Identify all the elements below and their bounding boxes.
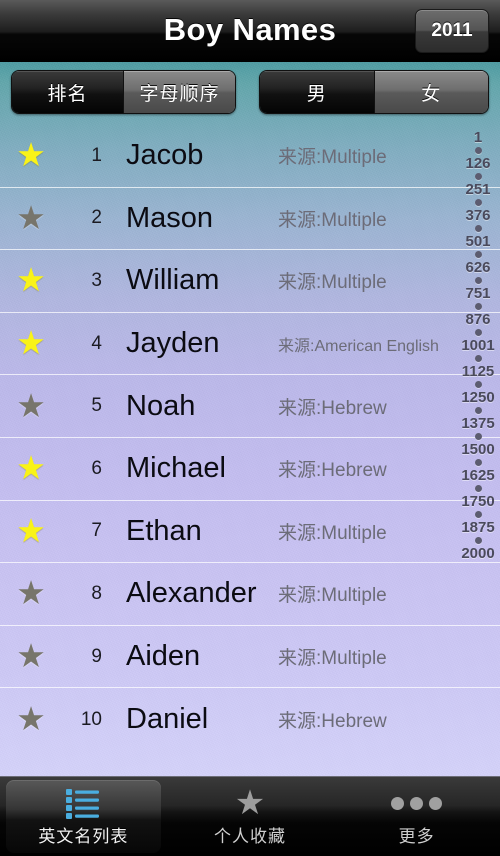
index-label[interactable]: 251 <box>465 182 490 197</box>
index-label[interactable]: 376 <box>465 208 490 223</box>
more-dots-icon <box>391 786 443 820</box>
index-dot-icon <box>474 433 482 440</box>
row-name: Alexander <box>126 577 257 610</box>
row-rank: 5 <box>91 395 102 417</box>
index-label[interactable]: 626 <box>465 260 490 275</box>
index-label[interactable]: 1875 <box>461 520 494 535</box>
tab-label: 英文名列表 <box>38 827 129 846</box>
index-dot-icon <box>474 251 482 258</box>
favorite-star-icon[interactable]: ★ <box>0 576 62 609</box>
row-name: William <box>126 264 220 297</box>
row-rank: 2 <box>91 207 102 229</box>
index-dot-icon <box>474 199 482 206</box>
index-label[interactable]: 1500 <box>461 442 494 457</box>
title-bar: Boy Names 2011 <box>0 0 500 62</box>
index-dot-icon <box>474 225 482 232</box>
tab-label: 个人收藏 <box>214 827 286 846</box>
row-name: Mason <box>126 201 214 234</box>
table-row[interactable]: ★ 2 Mason 来源:Multiple <box>0 188 500 251</box>
table-row[interactable]: ★ 6 Michael 来源:Hebrew <box>0 438 500 501</box>
tab-bar: 英文名列表 ★ 个人收藏 更多 <box>0 776 500 856</box>
star-icon: ★ <box>235 786 265 820</box>
index-label[interactable]: 1750 <box>461 494 494 509</box>
list-icon <box>66 786 100 820</box>
row-name: Ethan <box>126 514 202 547</box>
gender-segment-female[interactable]: 女 <box>373 71 488 113</box>
table-row[interactable]: ★ 8 Alexander 来源:Multiple <box>0 563 500 626</box>
filter-controls: 排名 字母顺序 男 女 <box>0 70 500 122</box>
index-label[interactable]: 2000 <box>461 546 494 561</box>
index-dot-icon <box>474 329 482 336</box>
table-row[interactable]: ★ 9 Aiden 来源:Multiple <box>0 626 500 689</box>
sort-segment-rank[interactable]: 排名 <box>12 71 123 113</box>
index-label[interactable]: 1250 <box>461 390 494 405</box>
row-rank: 9 <box>91 645 102 667</box>
favorite-star-icon-filled[interactable]: ★ <box>0 514 62 547</box>
index-label[interactable]: 1375 <box>461 416 494 431</box>
row-name: Jacob <box>126 139 204 172</box>
index-dot-icon <box>474 147 482 154</box>
table-row[interactable]: ★ 1 Jacob 来源:Multiple <box>0 125 500 188</box>
row-rank: 6 <box>91 457 102 479</box>
app-root: Boy Names 2011 排名 字母顺序 男 女 ★ 1 Jacob 来源:Mul… <box>0 0 500 856</box>
row-rank: 4 <box>91 332 102 354</box>
row-name: Michael <box>126 452 226 485</box>
index-dot-icon <box>474 303 482 310</box>
name-list: ★ 1 Jacob 来源:Multiple ★ 2 Mason 来源:Multiple ★ 3 Wi… <box>0 125 500 776</box>
row-rank: 3 <box>91 269 102 291</box>
tab-more[interactable]: 更多 <box>333 777 500 856</box>
sort-segmented-control[interactable]: 排名 字母顺序 <box>11 70 236 114</box>
row-rank: 10 <box>80 708 102 730</box>
favorite-star-icon[interactable]: ★ <box>0 639 62 672</box>
index-label[interactable]: 1001 <box>461 338 494 353</box>
table-row[interactable]: ★ 4 Jayden 来源:American English <box>0 313 500 376</box>
favorite-star-icon-filled[interactable]: ★ <box>0 263 62 296</box>
favorite-star-icon-filled[interactable]: ★ <box>0 138 62 171</box>
tab-favorites[interactable]: ★ 个人收藏 <box>167 777 334 856</box>
index-dot-icon <box>474 381 482 388</box>
index-label[interactable]: 1 <box>474 130 482 145</box>
index-label[interactable]: 751 <box>465 286 490 301</box>
table-row[interactable]: ★ 7 Ethan 来源:Multiple <box>0 501 500 564</box>
index-label[interactable]: 1125 <box>462 364 495 379</box>
index-dot-icon <box>474 173 482 180</box>
index-dot-icon <box>474 485 482 492</box>
row-rank: 1 <box>91 144 102 166</box>
index-dot-icon <box>474 407 482 414</box>
index-label[interactable]: 876 <box>465 312 490 327</box>
row-name: Daniel <box>126 703 209 736</box>
favorite-star-icon[interactable]: ★ <box>0 389 62 422</box>
table-row[interactable]: ★ 3 William 来源:Multiple <box>0 250 500 313</box>
index-dot-icon <box>474 459 482 466</box>
gender-segmented-control[interactable]: 男 女 <box>259 70 489 114</box>
index-scrubber-bar[interactable]: 1 126 251 376 501 626 751 876 1001 1125 1250 1375 15… <box>456 125 500 776</box>
index-dot-icon <box>474 277 482 284</box>
favorite-star-icon-filled[interactable]: ★ <box>0 326 62 359</box>
row-rank: 8 <box>91 582 102 604</box>
table-row[interactable]: ★ 5 Noah 来源:Hebrew <box>0 375 500 438</box>
favorite-star-icon[interactable]: ★ <box>0 702 62 735</box>
tab-label: 更多 <box>398 827 435 846</box>
tab-name-list[interactable]: 英文名列表 <box>0 777 167 856</box>
index-dot-icon <box>474 511 482 518</box>
index-label[interactable]: 501 <box>465 234 490 249</box>
index-dot-icon <box>474 355 482 362</box>
index-label[interactable]: 1625 <box>461 468 494 483</box>
favorite-star-icon-filled[interactable]: ★ <box>0 451 62 484</box>
gender-segment-male[interactable]: 男 <box>260 71 374 113</box>
row-name: Aiden <box>126 640 201 673</box>
table-row[interactable]: ★ 10 Daniel 来源:Hebrew <box>0 688 500 751</box>
index-dot-icon <box>474 537 482 544</box>
sort-segment-alphabetical[interactable]: 字母顺序 <box>123 71 235 113</box>
row-name: Jayden <box>126 327 220 360</box>
favorite-star-icon[interactable]: ★ <box>0 201 62 234</box>
row-rank: 7 <box>91 520 102 542</box>
index-label[interactable]: 126 <box>465 156 490 171</box>
content-area: 排名 字母顺序 男 女 ★ 1 Jacob 来源:Multiple ★ 2 Mason 来源:… <box>0 62 500 776</box>
star-icon-glyph: ★ <box>234 784 266 822</box>
year-button[interactable]: 2011 <box>415 9 489 53</box>
row-name: Noah <box>126 389 196 422</box>
